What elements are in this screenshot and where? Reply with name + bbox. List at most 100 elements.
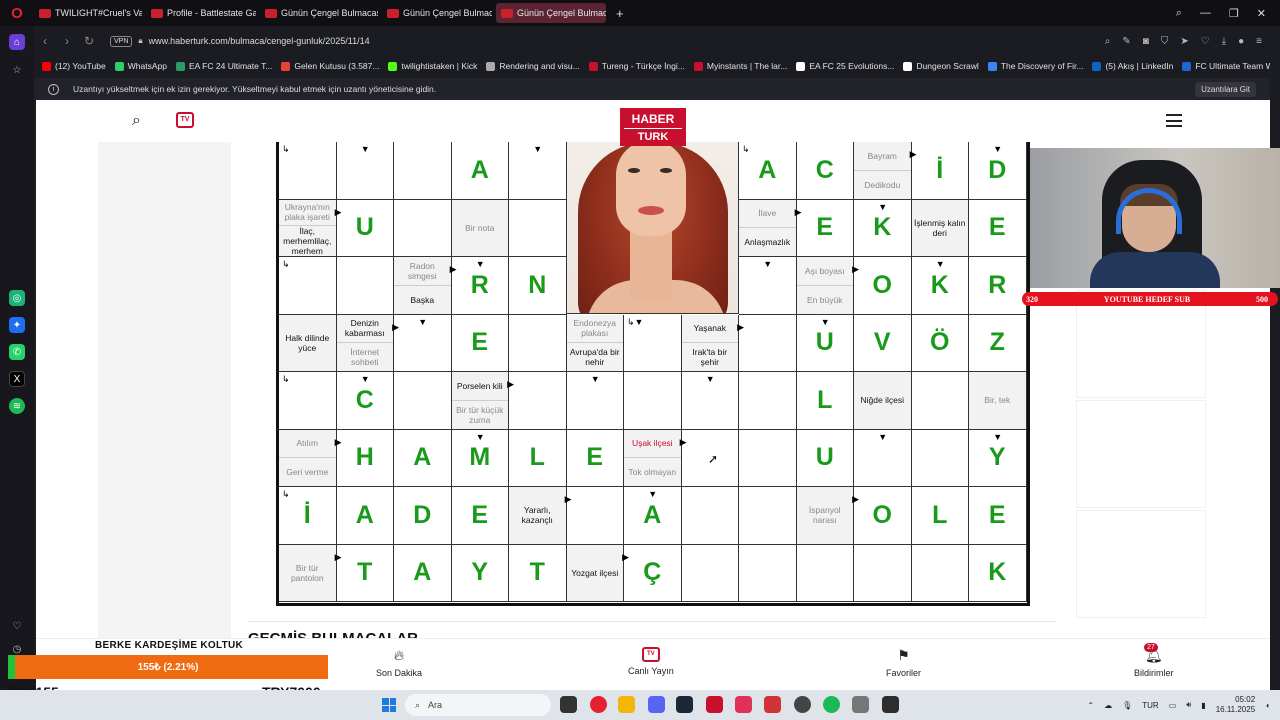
file-explorer-icon[interactable] xyxy=(618,696,635,713)
crossword-empty-cell[interactable]: ↳ xyxy=(279,142,337,200)
crossword-letter-cell[interactable]: Y xyxy=(451,544,509,602)
crossword-letter-cell[interactable]: C xyxy=(796,142,854,200)
bookmark-item[interactable]: The Discovery of Fir... xyxy=(987,61,1083,71)
chevron-up-icon[interactable]: ⌃ xyxy=(1087,701,1094,710)
opera-logo-icon[interactable]: O xyxy=(0,0,34,26)
crossword-letter-cell[interactable]: M ▼ xyxy=(451,429,509,487)
crossword-letter-cell[interactable]: E xyxy=(969,199,1027,257)
crossword-empty-cell[interactable] xyxy=(509,199,567,257)
media-app-icon[interactable] xyxy=(764,696,781,713)
mic-icon[interactable]: 🎙︎ xyxy=(1122,701,1132,710)
bookmark-item[interactable]: Gelen Kutusu (3.587... xyxy=(281,61,379,71)
bookmark-item[interactable]: (12) YouTube xyxy=(42,61,106,71)
bookmark-item[interactable]: FC Ultimate Team W... xyxy=(1182,61,1270,71)
crossword-letter-cell[interactable]: A xyxy=(451,142,509,200)
task-view-icon[interactable] xyxy=(560,696,577,713)
minimize-icon[interactable]: — xyxy=(1200,7,1211,19)
browser-tab[interactable]: Günün Çengel Bulmacası| xyxy=(496,3,606,23)
crossword-letter-cell[interactable]: K ▼ xyxy=(911,257,969,315)
nav-son-dakika[interactable]: 🔥︎ Son Dakika xyxy=(376,647,422,678)
clock[interactable]: 05:02 16.11.2025 xyxy=(1216,695,1255,715)
send-icon[interactable]: ➤ xyxy=(1180,36,1188,47)
crossword-letter-cell[interactable]: K xyxy=(969,544,1027,602)
x-icon[interactable]: X xyxy=(9,371,25,387)
go-extensions-button[interactable]: Uzantılara Git xyxy=(1195,81,1256,97)
haberturk-logo[interactable]: HABER TURK xyxy=(620,108,686,146)
crossword-empty-cell[interactable]: ↳▼ xyxy=(624,314,682,372)
crossword-empty-cell[interactable] xyxy=(739,487,797,545)
menu-icon[interactable]: ≡ xyxy=(1256,36,1262,47)
chatgpt-icon[interactable]: ◎ xyxy=(9,290,25,306)
game-app-icon[interactable] xyxy=(882,696,899,713)
crossword-letter-cell[interactable]: E xyxy=(969,487,1027,545)
crossword-empty-cell[interactable] xyxy=(394,372,452,430)
crossword-letter-cell[interactable]: O xyxy=(854,487,912,545)
maximize-icon[interactable]: ❐ xyxy=(1229,7,1239,20)
browser-tab[interactable]: TWILIGHT#Cruel's Valoran xyxy=(34,3,142,23)
crossword-letter-cell[interactable]: U xyxy=(336,199,394,257)
nav-canli-yayin[interactable]: TV Canlı Yayın xyxy=(628,647,674,676)
crossword-letter-cell[interactable]: L xyxy=(796,372,854,430)
bookmark-item[interactable]: (5) Akış | LinkedIn xyxy=(1092,61,1173,71)
crossword-empty-cell[interactable] xyxy=(911,372,969,430)
crossword-empty-cell[interactable] xyxy=(796,544,854,602)
crossword-empty-cell[interactable] xyxy=(509,372,567,430)
nav-favoriler[interactable]: ⚑ Favoriler xyxy=(886,647,921,678)
messenger-icon[interactable]: ✦ xyxy=(9,317,25,333)
crossword-letter-cell[interactable]: Ç xyxy=(624,544,682,602)
bookmark-item[interactable]: Dungeon Scrawl xyxy=(903,61,979,71)
steam-icon[interactable] xyxy=(676,696,693,713)
spotify-icon[interactable]: ≋ xyxy=(9,398,25,414)
crossword-letter-cell[interactable]: Z xyxy=(969,314,1027,372)
crossword-letter-cell[interactable]: A xyxy=(336,487,394,545)
taskbar-search[interactable]: ⌕ Ara xyxy=(405,694,551,716)
crossword-letter-cell[interactable]: C ▼ xyxy=(336,372,394,430)
crossword-empty-cell[interactable] xyxy=(739,372,797,430)
reload-icon[interactable]: ↻ xyxy=(78,34,100,48)
crossword-letter-cell[interactable]: O xyxy=(854,257,912,315)
network-icon[interactable]: ▭ xyxy=(1169,701,1177,710)
crossword-empty-cell[interactable] xyxy=(854,544,912,602)
search-tabs-icon[interactable]: ⌕ xyxy=(1176,7,1182,20)
browser-tab[interactable]: Günün Çengel Bulmacası| xyxy=(260,3,378,23)
crossword-letter-cell[interactable]: V xyxy=(854,314,912,372)
notifications-icon[interactable]: ◖ xyxy=(1265,701,1270,710)
crossword-empty-cell[interactable]: ↳ xyxy=(279,372,337,430)
bookmark-item[interactable]: Rendering and visu... xyxy=(486,61,580,71)
crossword-empty-cell[interactable] xyxy=(394,199,452,257)
crossword-letter-cell[interactable]: R ▼ xyxy=(451,257,509,315)
crossword-empty-cell[interactable]: ▼ xyxy=(509,142,567,200)
search-icon[interactable]: ⌕ xyxy=(1105,36,1111,47)
bookmark-item[interactable]: EA FC 24 Ultimate T... xyxy=(175,61,272,71)
crossword-empty-cell[interactable]: ▼ xyxy=(681,372,739,430)
home-icon[interactable]: ⌂ xyxy=(9,34,25,50)
crossword-empty-cell[interactable]: ▼ xyxy=(854,429,912,487)
crossword-letter-cell[interactable]: E xyxy=(566,429,624,487)
back-icon[interactable]: ‹ xyxy=(34,34,56,48)
new-tab-button[interactable]: + xyxy=(616,6,624,21)
crossword-letter-cell[interactable]: E xyxy=(796,199,854,257)
bookmark-item[interactable]: Tureng - Türkçe İngi... xyxy=(588,61,685,71)
crossword-letter-cell[interactable]: A xyxy=(394,429,452,487)
crossword-letter-cell[interactable]: T xyxy=(336,544,394,602)
crossword-letter-cell[interactable]: Ö xyxy=(911,314,969,372)
hamburger-menu-icon[interactable] xyxy=(1166,114,1182,127)
forward-icon[interactable]: › xyxy=(56,34,78,48)
close-icon[interactable]: ✕ xyxy=(1257,7,1266,20)
crossword-letter-cell[interactable]: D xyxy=(394,487,452,545)
profile-icon[interactable]: ● xyxy=(1238,36,1244,47)
heart-icon[interactable]: ♡ xyxy=(1201,36,1210,47)
crossword-letter-cell[interactable]: Y ▼ xyxy=(969,429,1027,487)
start-button[interactable] xyxy=(382,698,396,712)
crossword-letter-cell[interactable]: N xyxy=(509,257,567,315)
bookmark-item[interactable]: twilightistaken | Kick xyxy=(388,61,477,71)
nav-bildirimler[interactable]: 🔔︎ 27 Bildirimler xyxy=(1134,643,1174,678)
crossword-empty-cell[interactable]: ▼ xyxy=(336,142,394,200)
crossword-empty-cell[interactable] xyxy=(681,487,739,545)
bookmark-item[interactable]: WhatsApp xyxy=(114,61,167,71)
bookmark-item[interactable]: Myinstants | The lar... xyxy=(693,61,787,71)
crossword-letter-cell[interactable]: L xyxy=(509,429,567,487)
crossword-empty-cell[interactable]: ▼ xyxy=(394,314,452,372)
crossword-empty-cell[interactable] xyxy=(739,429,797,487)
crossword-empty-cell[interactable]: ▼ xyxy=(739,257,797,315)
